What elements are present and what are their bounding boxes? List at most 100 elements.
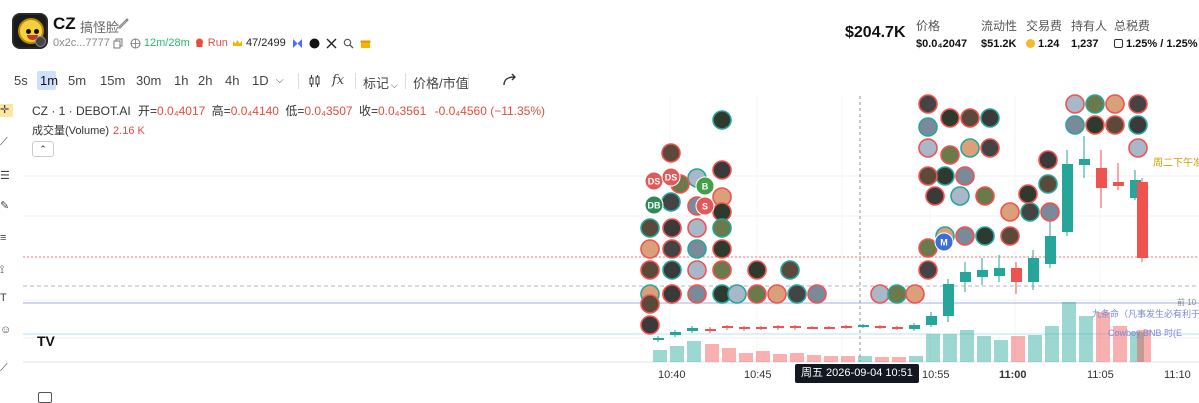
trader-avatar-icon[interactable]	[940, 145, 960, 165]
candle-body	[909, 325, 920, 329]
trader-avatar-icon[interactable]	[727, 284, 747, 304]
candle-body	[722, 326, 733, 328]
candle-body	[705, 329, 716, 331]
candle-body	[875, 326, 886, 328]
chart-annotation[interactable]: 周二下午准备	[1153, 156, 1199, 169]
trader-avatar-icon[interactable]	[687, 284, 707, 304]
trader-avatar-icon[interactable]	[960, 108, 980, 128]
collapse-legend-button[interactable]: ⌃	[32, 141, 54, 157]
trader-avatar-icon[interactable]	[787, 284, 807, 304]
candle-body	[977, 270, 988, 277]
trader-avatar-icon[interactable]	[640, 239, 660, 259]
candle-body	[1079, 159, 1090, 165]
volume-bar	[943, 334, 957, 362]
trader-avatar-icon[interactable]	[662, 260, 682, 280]
trader-avatar-icon[interactable]	[1128, 115, 1148, 135]
trader-avatar-icon[interactable]	[905, 284, 925, 304]
trader-avatar-icon[interactable]	[975, 186, 995, 206]
trader-avatar-icon[interactable]	[925, 186, 945, 206]
candle-body	[994, 268, 1005, 276]
trader-avatar-icon[interactable]	[687, 218, 707, 238]
candle-body	[739, 327, 750, 329]
trader-avatar-icon[interactable]	[870, 284, 890, 304]
low-value: 0.0₄3507	[304, 104, 353, 118]
trader-avatar-icon[interactable]	[640, 260, 660, 280]
trader-avatar-icon[interactable]	[1128, 138, 1148, 158]
trader-avatar-icon[interactable]	[807, 284, 827, 304]
trader-avatar-icon[interactable]	[935, 166, 955, 186]
trader-avatar-label: M	[940, 238, 948, 248]
chart-annotation[interactable]: Cowboy BNB 时(E	[1108, 327, 1182, 338]
trader-avatar-icon[interactable]	[662, 218, 682, 238]
trader-avatar-icon[interactable]	[975, 226, 995, 246]
trader-avatar-icon[interactable]	[712, 260, 732, 280]
trader-avatar-icon[interactable]	[1065, 115, 1085, 135]
trader-avatar-icon[interactable]	[661, 192, 681, 212]
trader-avatar-icon[interactable]	[950, 186, 970, 206]
x-tick-label: 10:40	[658, 369, 686, 381]
trader-avatar-icon[interactable]	[980, 108, 1000, 128]
trader-avatar-icon[interactable]	[1105, 94, 1125, 114]
volume-bar	[1028, 335, 1042, 362]
trader-avatar-icon[interactable]	[780, 260, 800, 280]
trader-avatar-icon[interactable]	[1085, 115, 1105, 135]
volume-bar	[739, 353, 753, 362]
volume-value: 2.16 K	[113, 125, 145, 137]
candle-body	[1062, 164, 1073, 232]
trader-avatar-icon[interactable]	[918, 166, 938, 186]
trader-avatar-icon[interactable]	[1000, 226, 1020, 246]
trader-avatar-icon[interactable]	[980, 138, 1000, 158]
chart-annotation[interactable]: 九条命（凡事发生必有利于	[1092, 308, 1199, 319]
trader-avatar-icon[interactable]	[1000, 202, 1020, 222]
trader-avatar-icon[interactable]	[662, 239, 682, 259]
trader-avatar-icon[interactable]	[1085, 94, 1105, 114]
trader-avatar-icon[interactable]	[918, 117, 938, 137]
trader-avatar-icon[interactable]	[955, 166, 975, 186]
trader-avatar-icon[interactable]	[687, 239, 707, 259]
trader-avatar-icon[interactable]	[1020, 202, 1040, 222]
trader-avatar-icon[interactable]	[687, 260, 707, 280]
trader-avatar-icon[interactable]	[747, 284, 767, 304]
trader-avatar-icon[interactable]	[1018, 184, 1038, 204]
trader-avatar-icon[interactable]	[918, 260, 938, 280]
trader-avatar-label: DS	[648, 177, 661, 187]
trader-avatar-icon[interactable]	[747, 260, 767, 280]
trader-avatar-icon[interactable]	[1038, 150, 1058, 170]
volume-bar	[875, 357, 889, 362]
trader-avatar-icon[interactable]	[940, 108, 960, 128]
volume-bar	[1011, 336, 1025, 362]
trader-avatar-icon[interactable]	[918, 238, 938, 258]
trader-avatar-icon[interactable]	[661, 143, 681, 163]
trader-avatar-icon[interactable]	[955, 226, 975, 246]
calendar-icon[interactable]	[38, 392, 52, 403]
trader-avatar-icon[interactable]	[918, 94, 938, 114]
price-chart[interactable]: DS DS DB BS M 周二下午准备前 10九条命（凡事发生必有利于 Cowboy BN…	[0, 0, 1199, 403]
trader-avatar-icon[interactable]	[1040, 202, 1060, 222]
trader-avatar-icon[interactable]	[712, 218, 732, 238]
trader-avatar-icon[interactable]	[640, 294, 660, 314]
tradingview-logo: TV	[37, 333, 55, 349]
trader-avatar-icon[interactable]	[640, 315, 660, 335]
chart-annotation[interactable]: 前 10	[1177, 297, 1197, 307]
open-value: 0.0₄4017	[157, 104, 206, 118]
trader-avatar-icon[interactable]	[1105, 115, 1125, 135]
trader-avatar-icon[interactable]	[640, 218, 660, 238]
x-tick-label: 11:10	[1164, 369, 1191, 381]
trader-avatar-icon[interactable]	[1038, 174, 1058, 194]
trader-avatar-icon[interactable]	[887, 284, 907, 304]
volume-bar	[977, 336, 991, 362]
volume-bar	[994, 340, 1008, 362]
trader-avatar-icon[interactable]	[767, 284, 787, 304]
trader-avatar-icon[interactable]	[918, 138, 938, 158]
crosshair-time-label: 周五 2026-09-04 10:51	[795, 364, 919, 383]
trader-avatar-icon[interactable]	[712, 239, 732, 259]
trader-avatar-icon[interactable]	[960, 138, 980, 158]
trader-avatar-icon[interactable]	[662, 284, 682, 304]
trader-avatar-icon[interactable]	[712, 110, 732, 130]
trader-avatar-icon[interactable]	[712, 160, 732, 180]
ohlc-legend: CZ · 1 · DEBOT.AI 开=0.0₄4017 高=0.0₄4140 …	[32, 104, 546, 118]
trader-avatar-icon[interactable]	[1065, 94, 1085, 114]
trader-avatar-icon[interactable]	[1128, 94, 1148, 114]
volume-bar	[909, 356, 923, 362]
x-tick-label: 10:55	[922, 369, 950, 381]
